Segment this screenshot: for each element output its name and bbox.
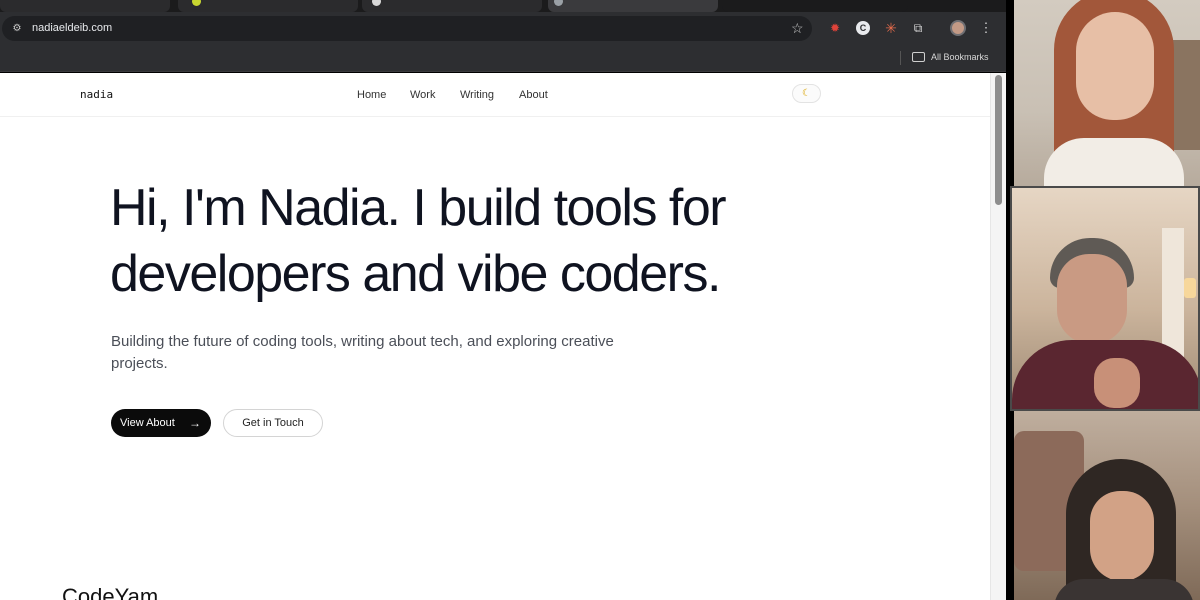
nav-writing-link[interactable]: Writing xyxy=(460,88,494,102)
tab-favicon-icon xyxy=(192,0,201,6)
get-in-touch-button[interactable]: Get in Touch xyxy=(223,409,323,437)
extensions-puzzle-icon[interactable]: ⧉ xyxy=(911,21,925,35)
theme-toggle-button[interactable]: ☾ xyxy=(792,84,821,103)
url-text[interactable]: nadiaeldeib.com xyxy=(32,21,112,36)
view-about-button[interactable]: View About → xyxy=(111,409,211,437)
page-scrollbar[interactable] xyxy=(990,73,1006,600)
browser-tab[interactable] xyxy=(362,0,542,12)
browser-tab[interactable] xyxy=(0,0,170,12)
video-participant-tile[interactable] xyxy=(1010,411,1200,600)
tab-strip xyxy=(0,0,1006,12)
browser-tab-active[interactable] xyxy=(548,0,718,12)
participant-face xyxy=(1057,254,1127,344)
extension-c-icon[interactable]: C xyxy=(856,21,870,35)
nav-home-link[interactable]: Home xyxy=(357,88,386,102)
profile-avatar-icon[interactable] xyxy=(950,20,966,36)
folder-icon[interactable] xyxy=(912,52,925,62)
browser-toolbar: ⚙ nadiaeldeib.com ☆ ✹ C ✳ ⧉ ⋮ xyxy=(0,12,1006,45)
hero-title: Hi, I'm Nadia. I build tools for develop… xyxy=(110,179,727,303)
participant-shirt xyxy=(1054,579,1194,600)
moon-icon: ☾ xyxy=(802,88,811,99)
bookmark-star-icon[interactable]: ☆ xyxy=(791,20,804,36)
arrow-right-icon: → xyxy=(189,416,201,430)
hero-subtitle: Building the future of coding tools, wri… xyxy=(111,333,614,372)
page-viewport: nadia Home Work Writing About ☾ Hi, I'm … xyxy=(0,73,1006,600)
browser-tab[interactable] xyxy=(722,0,908,12)
extension-bug-icon[interactable]: ✹ xyxy=(828,21,842,35)
bookmarks-bar: All Bookmarks xyxy=(0,45,1006,72)
all-bookmarks-link[interactable]: All Bookmarks xyxy=(931,51,989,64)
video-participant-tile[interactable] xyxy=(1010,0,1200,186)
view-about-label: View About xyxy=(120,417,175,429)
browser-tab[interactable] xyxy=(178,0,358,12)
background-lamp xyxy=(1184,278,1196,298)
nav-work-link[interactable]: Work xyxy=(410,88,435,102)
participant-face xyxy=(1076,12,1154,120)
extension-asterisk-icon[interactable]: ✳ xyxy=(884,21,898,35)
scrollbar-thumb[interactable] xyxy=(995,75,1002,205)
site-info-icon[interactable]: ⚙ xyxy=(10,22,24,35)
bookmarks-separator xyxy=(900,51,901,65)
video-participant-tile[interactable] xyxy=(1010,186,1200,411)
participant-shirt xyxy=(1044,138,1184,186)
site-header: nadia Home Work Writing About ☾ xyxy=(0,73,990,117)
nav-about-link[interactable]: About xyxy=(519,88,548,102)
project-section-title: CodeYam xyxy=(62,584,159,600)
participant-face xyxy=(1090,491,1154,581)
address-bar[interactable]: ⚙ nadiaeldeib.com ☆ xyxy=(2,16,812,41)
site-logo[interactable]: nadia xyxy=(80,88,113,101)
participant-hand xyxy=(1094,358,1140,408)
tab-favicon-icon xyxy=(554,0,563,6)
extension-c-glyph: C xyxy=(859,23,867,33)
tab-favicon-icon xyxy=(372,0,381,6)
menu-kebab-icon[interactable]: ⋮ xyxy=(979,21,993,35)
